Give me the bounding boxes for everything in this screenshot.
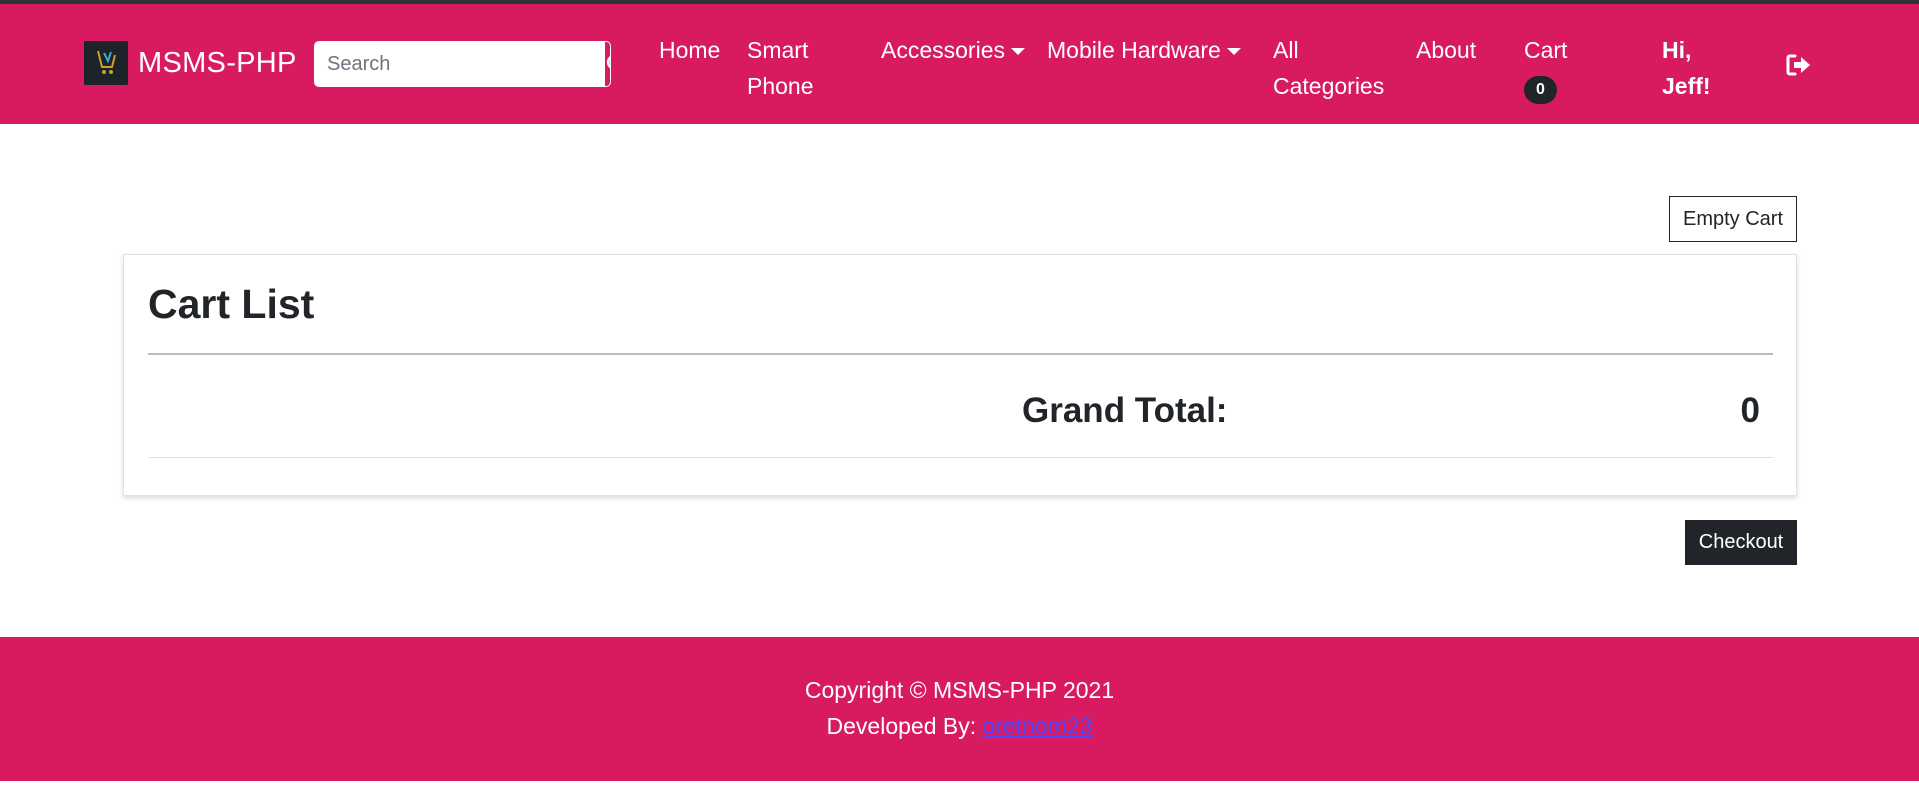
nav-cart[interactable]: Cart 0 [1524,32,1567,104]
footer: Copyright © MSMS-PHP 2021 Developed By: … [0,637,1919,781]
footer-copyright: Copyright © MSMS-PHP 2021 [804,677,1115,703]
brand[interactable]: MSMS-PHP [84,41,297,85]
nav-smart-phone-label-line1: Smart [747,37,809,63]
caret-down-icon [1226,48,1241,56]
developer-link[interactable]: oretnom23 [983,713,1093,739]
nav-smart-phone[interactable]: Smart Phone [747,32,814,104]
total-divider [148,457,1773,458]
brand-logo [84,41,128,85]
nav-all-categories-label-line2: Categories [1273,73,1385,99]
nav-accessories-label: Accessories [881,37,1005,63]
nav-about[interactable]: About [1416,32,1476,68]
checkout-button[interactable]: Checkout [1685,520,1797,565]
empty-cart-button[interactable]: Empty Cart [1669,196,1797,242]
brand-name: MSMS-PHP [138,46,297,79]
search-icon [606,56,610,69]
nav-mobile-hardware-dropdown[interactable]: Mobile Hardware [1047,32,1241,68]
nav-cart-label: Cart [1524,37,1568,63]
nav-home-label: Home [659,37,721,63]
logout-button[interactable] [1786,54,1812,81]
footer-developed-by-label: Developed By: [826,713,977,739]
search-form [314,41,611,87]
user-greeting-line2: Jeff! [1662,73,1711,99]
search-input[interactable] [315,42,604,86]
user-greeting[interactable]: Hi, Jeff! [1662,32,1711,104]
grand-total-label: Grand Total: [1022,391,1228,430]
navbar: MSMS-PHP Home Smart Phone Accessories Mo… [0,4,1919,124]
title-divider [148,353,1773,355]
nav-mobile-hardware-label: Mobile Hardware [1047,37,1221,63]
cart-list-title: Cart List [148,281,315,327]
nav-all-categories-label-line1: All [1273,37,1299,63]
nav-smart-phone-label-line2: Phone [747,73,814,99]
nav-about-label: About [1416,37,1477,63]
nav-all-categories[interactable]: All Categories [1273,32,1384,104]
nav-accessories-dropdown[interactable]: Accessories [881,32,1025,68]
user-greeting-line1: Hi, [1662,37,1692,63]
logout-icon [1786,54,1810,76]
nav-home[interactable]: Home [659,32,720,68]
caret-down-icon [1010,48,1025,56]
footer-developer: Developed By: oretnom23 [0,713,1919,740]
search-button[interactable] [604,42,610,86]
cart-count-badge: 0 [1524,76,1557,104]
cart-list-card: Cart List Grand Total: 0 [123,254,1797,496]
grand-total-value: 0 [1740,391,1760,430]
